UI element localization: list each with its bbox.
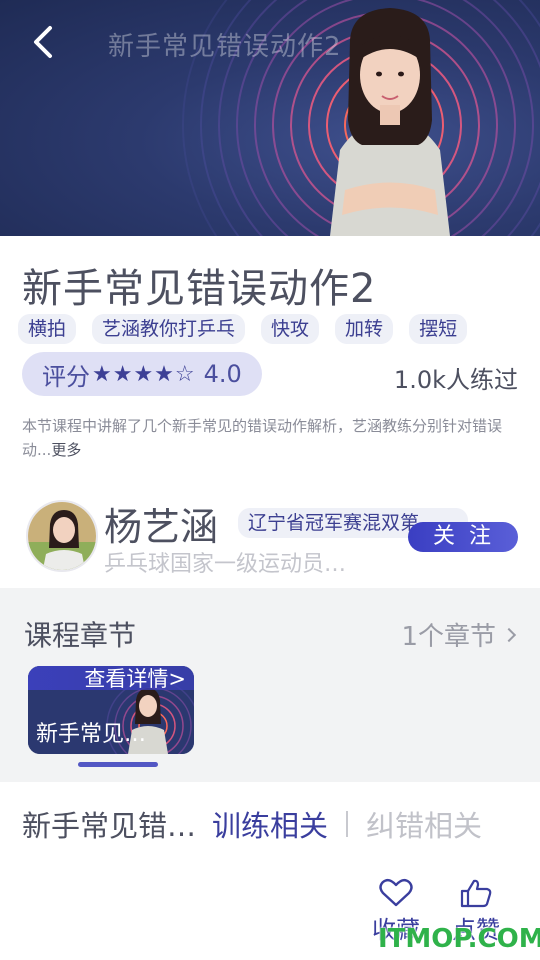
description-text: 本节课程中讲解了几个新手常见的错误动作解析，艺涵教练分别针对错误动... <box>22 417 503 459</box>
tag-item[interactable]: 横拍 <box>18 314 77 344</box>
chapter-detail-link[interactable]: 查看详情> <box>28 666 194 691</box>
rating-badge: 评分 ★★★★☆ 4.0 <box>22 352 262 396</box>
tab-divider <box>346 811 349 837</box>
coach-subtitle: 乒乓球国家一级运动员… <box>104 552 347 577</box>
thumbs-up-icon <box>460 879 492 908</box>
chapters-title: 课程章节 <box>24 619 137 652</box>
rating-label: 评分 <box>42 362 90 391</box>
tag-item[interactable]: 快攻 <box>261 314 320 344</box>
tag-item[interactable]: 摆短 <box>409 314 468 344</box>
chevron-right-icon <box>501 627 517 642</box>
coach-avatar[interactable] <box>26 500 98 572</box>
tab-correction[interactable]: 纠错相关 <box>366 803 482 845</box>
back-button[interactable] <box>24 22 64 62</box>
more-link[interactable]: 更多 <box>51 441 81 459</box>
course-description: 本节课程中讲解了几个新手常见的错误动作解析，艺涵教练分别针对错误动...更多 <box>22 414 518 462</box>
chapter-name: 新手常见… <box>36 722 147 747</box>
chapter-card[interactable]: 查看详情> 新手常见… <box>28 666 194 754</box>
chevron-left-icon <box>34 26 52 58</box>
practiced-count: 1.0k人练过 <box>393 366 518 394</box>
tag-item[interactable]: 艺涵教你打乒乓 <box>92 314 246 344</box>
coach-name[interactable]: 杨艺涵 <box>104 496 218 551</box>
chapter-selected-indicator <box>78 762 158 767</box>
tag-list: 横拍 艺涵教你打乒乓 快攻 加转 摆短 <box>18 314 468 344</box>
hero-banner: 新手常见错误动作2 <box>0 0 540 236</box>
hero-title: 新手常见错误动作2 <box>108 32 342 62</box>
chapters-count-link[interactable]: 1个章节 <box>401 616 517 653</box>
chapters-count: 1个章节 <box>401 622 496 652</box>
chapters-section: 课程章节 1个章节 查看详情> 新手常见… <box>0 588 540 782</box>
heart-icon <box>379 878 413 907</box>
content-tabs: 新手常见错… 训练相关 纠错相关 <box>22 804 482 844</box>
follow-button[interactable]: 关注 <box>408 522 518 552</box>
rating-value: 4.0 <box>203 360 242 388</box>
avatar-image <box>28 502 96 570</box>
star-rating-icons: ★★★★☆ <box>92 361 196 387</box>
tab-training[interactable]: 训练相关 <box>212 803 328 845</box>
tag-item[interactable]: 加转 <box>335 314 394 344</box>
course-title: 新手常见错误动作2 <box>22 266 377 312</box>
tab-current-course[interactable]: 新手常见错… <box>22 803 196 845</box>
site-watermark: ITMOP.COM <box>378 924 540 954</box>
